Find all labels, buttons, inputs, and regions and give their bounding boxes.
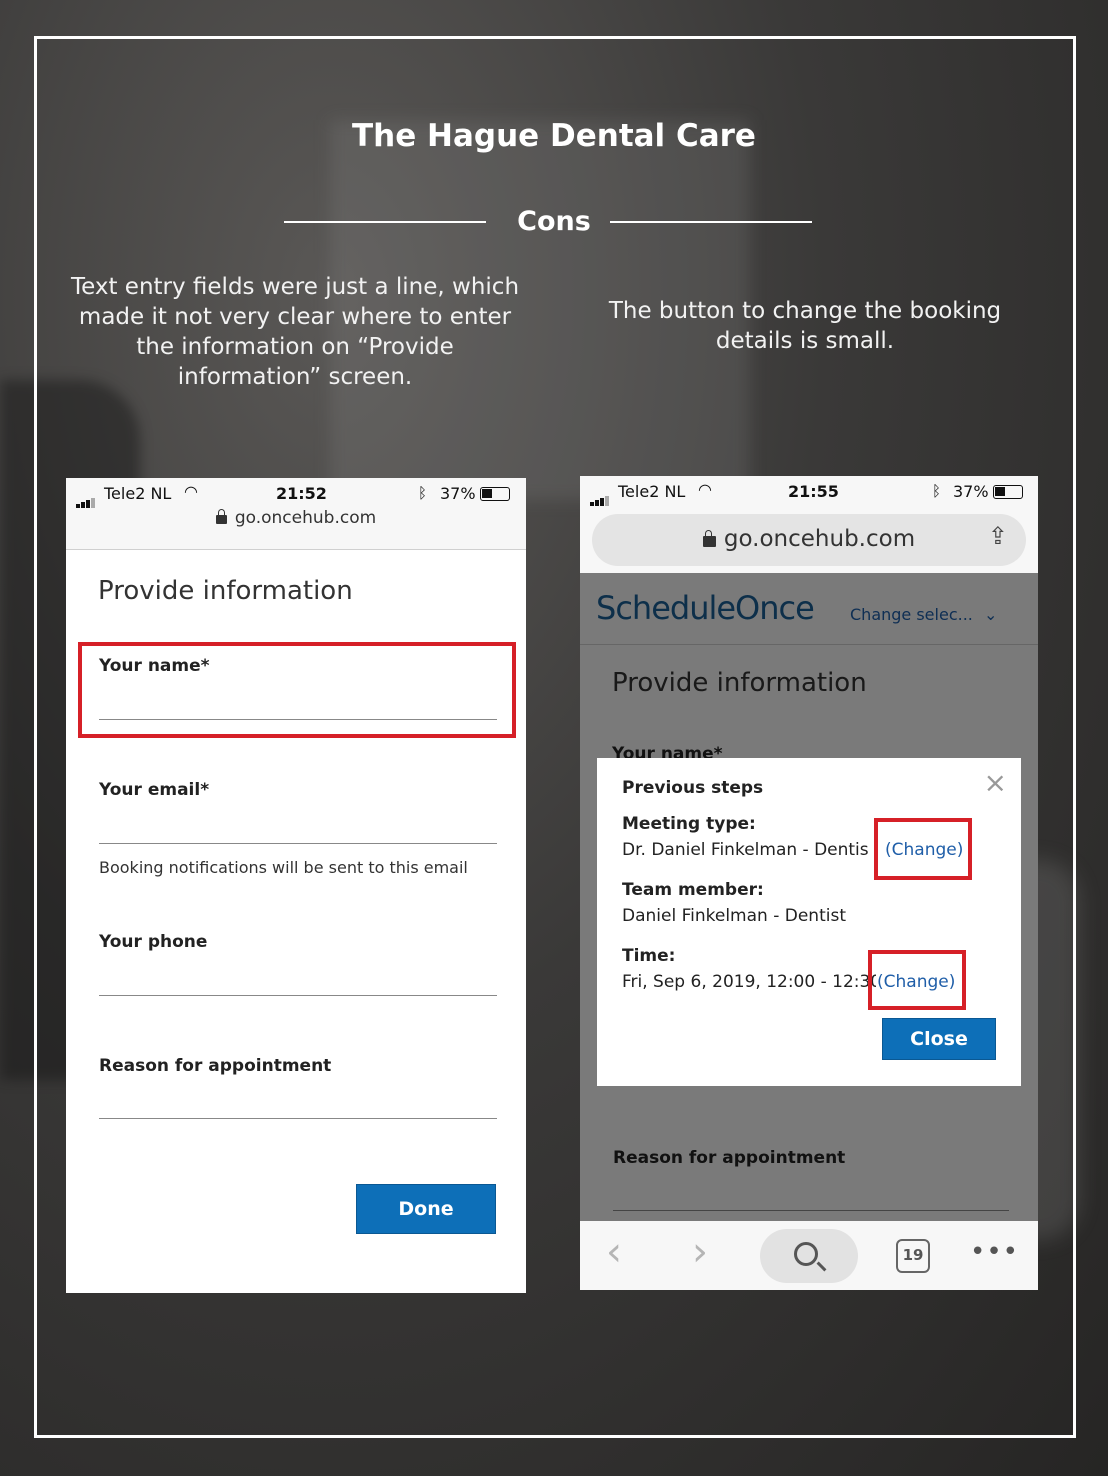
- close-button[interactable]: Close: [882, 1018, 996, 1060]
- carrier-name: Tele2 NL: [618, 482, 686, 501]
- team-member-value: Daniel Finkelman - Dentist: [622, 906, 846, 926]
- search-button[interactable]: [760, 1229, 858, 1283]
- close-icon[interactable]: ×: [984, 766, 1007, 799]
- battery-percent: 37%: [440, 484, 476, 503]
- battery-icon: [479, 487, 510, 501]
- bluetooth-icon: ᛒ: [418, 484, 428, 502]
- page-heading: Provide information: [98, 576, 353, 606]
- lock-icon: [215, 509, 227, 524]
- forward-icon[interactable]: ›: [692, 1229, 708, 1275]
- phone-field-label: Your phone: [99, 932, 208, 952]
- highlight-change-time: [868, 950, 966, 1010]
- tabs-button[interactable]: 19: [896, 1239, 930, 1273]
- signal-icon: [590, 487, 610, 506]
- more-icon[interactable]: •••: [970, 1237, 1019, 1267]
- time-label: Time:: [622, 946, 676, 966]
- done-button[interactable]: Done: [356, 1184, 496, 1234]
- search-icon-handle: [816, 1261, 827, 1272]
- highlight-change-meeting-type: [874, 818, 972, 880]
- phone-input[interactable]: [99, 995, 497, 996]
- battery-status: 37%: [953, 482, 1023, 501]
- reason-field-label: Reason for appointment: [99, 1056, 332, 1076]
- clock: 21:55: [788, 482, 839, 501]
- email-input[interactable]: [99, 843, 497, 844]
- url-text: go.oncehub.com: [723, 526, 916, 552]
- divider-right: [610, 221, 812, 223]
- section-label: Cons: [517, 206, 591, 237]
- meeting-type-value: Dr. Daniel Finkelman - Dentis: [622, 840, 869, 860]
- dialog-title: Previous steps: [622, 778, 764, 798]
- page-title: The Hague Dental Care: [352, 118, 756, 154]
- highlight-name-field: [78, 642, 516, 738]
- status-bar: Tele2 NL ◠ 21:52 ᛒ 37%: [66, 478, 526, 508]
- browser-toolbar: ‹ › 19 •••: [580, 1221, 1038, 1290]
- email-hint: Booking notifications will be sent to th…: [99, 858, 468, 877]
- wifi-icon: ◠: [698, 480, 712, 499]
- previous-steps-dialog: Previous steps × Meeting type: Dr. Danie…: [597, 758, 1021, 1086]
- bluetooth-icon: ᛒ: [932, 482, 942, 500]
- meeting-type-label: Meeting type:: [622, 814, 756, 834]
- status-bar: Tele2 NL ◠ 21:55 ᛒ 37%: [580, 476, 1038, 506]
- share-icon[interactable]: ⇪: [988, 522, 1008, 550]
- note-right: The button to change the booking details…: [608, 298, 1002, 354]
- reason-input[interactable]: [99, 1118, 497, 1119]
- battery-icon: [992, 485, 1023, 499]
- url-text: go.oncehub.com: [234, 508, 377, 528]
- lock-icon: [702, 530, 716, 547]
- left-phone-screenshot: Tele2 NL ◠ 21:52 ᛒ 37% go.oncehub.com Pr…: [66, 478, 526, 1293]
- team-member-label: Team member:: [622, 880, 764, 900]
- battery-status: 37%: [440, 484, 510, 503]
- wifi-icon: ◠: [184, 482, 198, 501]
- note-left: Text entry fields were just a line, whic…: [70, 274, 520, 390]
- carrier-name: Tele2 NL: [104, 484, 172, 503]
- address-bar[interactable]: go.oncehub.com: [66, 508, 526, 528]
- email-field-label: Your email*: [99, 780, 210, 800]
- signal-icon: [76, 489, 96, 508]
- time-value: Fri, Sep 6, 2019, 12:00 - 12:30: [622, 972, 876, 992]
- back-icon[interactable]: ‹: [606, 1229, 622, 1275]
- search-icon: [794, 1242, 818, 1266]
- section-header: Cons: [0, 204, 1108, 244]
- address-bar[interactable]: go.oncehub.com ⇪: [592, 514, 1026, 566]
- tab-count: 19: [902, 1246, 924, 1264]
- battery-percent: 37%: [953, 482, 989, 501]
- clock: 21:52: [276, 484, 327, 503]
